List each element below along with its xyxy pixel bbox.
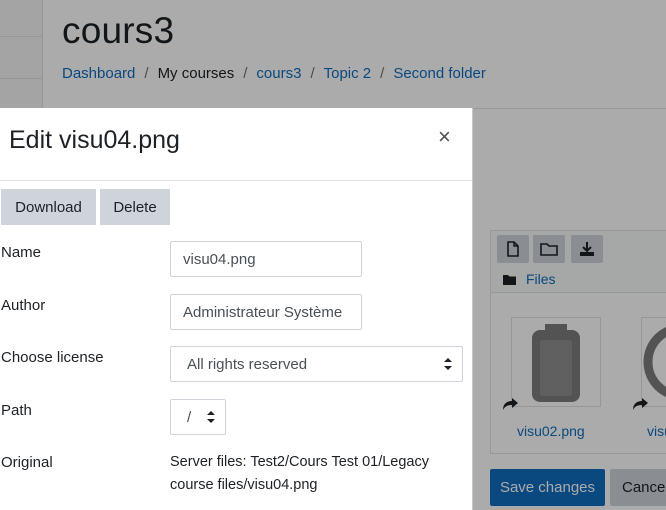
author-label: Author — [1, 297, 46, 314]
select-arrows-icon — [207, 411, 215, 423]
original-label: Original — [1, 454, 53, 471]
path-label: Path — [1, 402, 32, 419]
original-source-value: Server files: Test2/Cours Test 01/Legacy… — [170, 454, 429, 493]
license-selected-value: All rights reserved — [187, 355, 308, 373]
select-arrows-icon — [444, 358, 452, 370]
author-field[interactable]: Administrateur Système — [170, 294, 362, 330]
close-icon[interactable]: × — [438, 126, 451, 148]
license-select[interactable]: All rights reserved — [170, 346, 463, 382]
download-button[interactable]: Download — [1, 189, 96, 225]
edit-file-dialog: Edit visu04.png × Download Delete Name v… — [0, 108, 473, 510]
dialog-title: Edit visu04.png — [9, 126, 180, 154]
path-selected-value: / — [187, 408, 192, 426]
dialog-header: Edit visu04.png × — [0, 108, 472, 181]
name-label: Name — [1, 244, 42, 261]
name-field[interactable]: visu04.png — [170, 241, 362, 277]
delete-button[interactable]: Delete — [100, 189, 170, 225]
license-label: Choose license — [1, 349, 104, 366]
path-select[interactable]: / — [170, 399, 226, 435]
